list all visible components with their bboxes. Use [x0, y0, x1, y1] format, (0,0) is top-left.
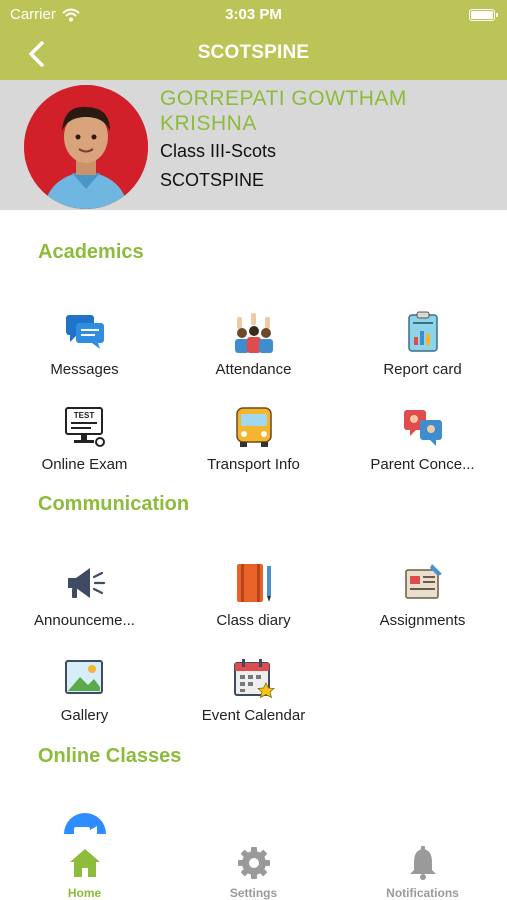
tile-event-calendar[interactable]: Event Calendar	[169, 657, 338, 747]
tab-label: Settings	[229, 886, 278, 900]
attendance-icon	[235, 313, 273, 353]
calendar-icon	[234, 659, 275, 699]
tile-label: Report card	[383, 361, 462, 378]
student-class: Class III-Scots	[160, 141, 277, 161]
avatar[interactable]	[24, 85, 148, 209]
tab-label: Home	[67, 886, 102, 900]
gallery-icon	[65, 660, 103, 694]
student-name: GORREPATI GOWTHAM KRISHNA	[160, 87, 407, 135]
student-profile-card: GORREPATI GOWTHAM KRISHNA Class III-Scot…	[0, 80, 507, 210]
nav-bar: SCOTSPINE	[0, 34, 507, 72]
tile-label: Assignments	[379, 612, 466, 629]
top-bar: Carrier 3:03 PM SCOTSPINE	[0, 0, 507, 80]
tile-label: Parent Conce...	[370, 456, 475, 473]
tile-label: Event Calendar	[201, 707, 306, 724]
diary-icon	[237, 564, 271, 602]
tile-announcements[interactable]: Announceme...	[0, 562, 169, 652]
tile-attendance[interactable]: Attendance	[169, 311, 338, 401]
student-school: SCOTSPINE	[160, 170, 265, 190]
megaphone-icon	[68, 568, 106, 598]
tile-parent-concern[interactable]: Parent Conce...	[338, 406, 507, 496]
online-exam-icon: TEST	[65, 407, 105, 447]
bell-icon	[409, 846, 436, 880]
tile-label: Announceme...	[34, 612, 135, 629]
tab-home[interactable]: Home	[0, 846, 169, 900]
tab-bar: Home Settings Notifications	[0, 834, 507, 900]
tile-label: Class diary	[216, 612, 291, 629]
tile-online-exam[interactable]: TEST Online Exam	[0, 406, 169, 496]
section-academics: Academics	[38, 241, 144, 263]
tab-settings[interactable]: Settings	[169, 846, 338, 900]
tile-report-card[interactable]: Report card	[338, 311, 507, 401]
student-photo-icon	[24, 85, 148, 209]
bus-icon	[236, 407, 272, 447]
svg-text:TEST: TEST	[74, 411, 95, 420]
parent-concern-icon	[404, 410, 442, 446]
report-card-icon	[408, 311, 438, 352]
tile-class-diary[interactable]: Class diary	[169, 562, 338, 652]
tile-assignments[interactable]: Assignments	[338, 562, 507, 652]
status-bar: Carrier 3:03 PM	[0, 4, 507, 26]
page-title: SCOTSPINE	[197, 42, 310, 63]
tab-label: Notifications	[386, 886, 459, 900]
tile-label: Attendance	[215, 361, 292, 378]
battery-icon	[469, 9, 498, 21]
tile-messages[interactable]: Messages	[0, 311, 169, 401]
home-icon	[69, 849, 100, 877]
section-online-classes: Online Classes	[38, 745, 182, 767]
tile-label: Transport Info	[207, 456, 300, 473]
tile-transport-info[interactable]: Transport Info	[169, 406, 338, 496]
section-communication: Communication	[38, 493, 190, 515]
tile-label: Gallery	[60, 707, 109, 724]
tile-gallery[interactable]: Gallery	[0, 657, 169, 747]
messages-icon	[66, 315, 104, 349]
assignments-icon	[405, 564, 442, 599]
tile-label: Online Exam	[41, 456, 128, 473]
status-time: 3:03 PM	[225, 6, 282, 23]
tab-notifications[interactable]: Notifications	[338, 846, 507, 900]
gear-icon	[237, 847, 270, 879]
tile-label: Messages	[50, 361, 119, 378]
